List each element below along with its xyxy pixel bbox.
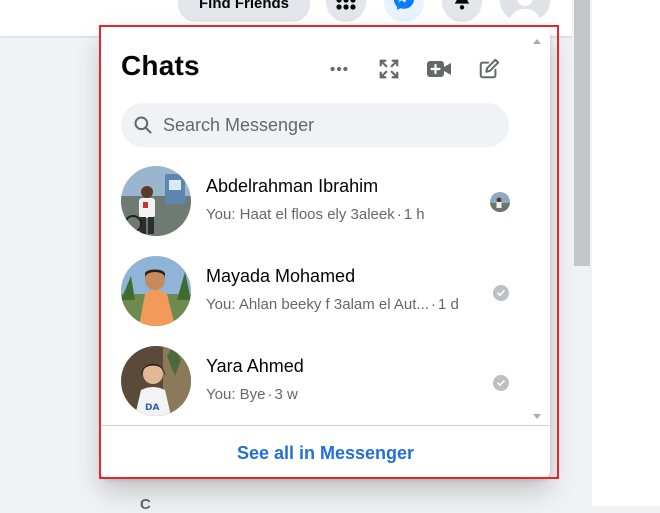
right-margin xyxy=(592,0,660,506)
account-avatar[interactable] xyxy=(500,0,550,22)
menu-button[interactable] xyxy=(326,0,366,22)
notifications-button[interactable] xyxy=(442,0,482,22)
messenger-button[interactable] xyxy=(384,0,424,22)
messenger-icon xyxy=(392,0,416,17)
menu-grid-icon xyxy=(334,0,358,17)
background-partial-text: C xyxy=(140,496,151,513)
default-profile-icon xyxy=(509,0,541,22)
notifications-bell-icon xyxy=(451,0,473,16)
page-scrollbar-thumb[interactable] xyxy=(574,0,590,266)
find-friends-button[interactable]: Find Friends xyxy=(178,0,310,22)
highlight-frame xyxy=(99,25,559,479)
